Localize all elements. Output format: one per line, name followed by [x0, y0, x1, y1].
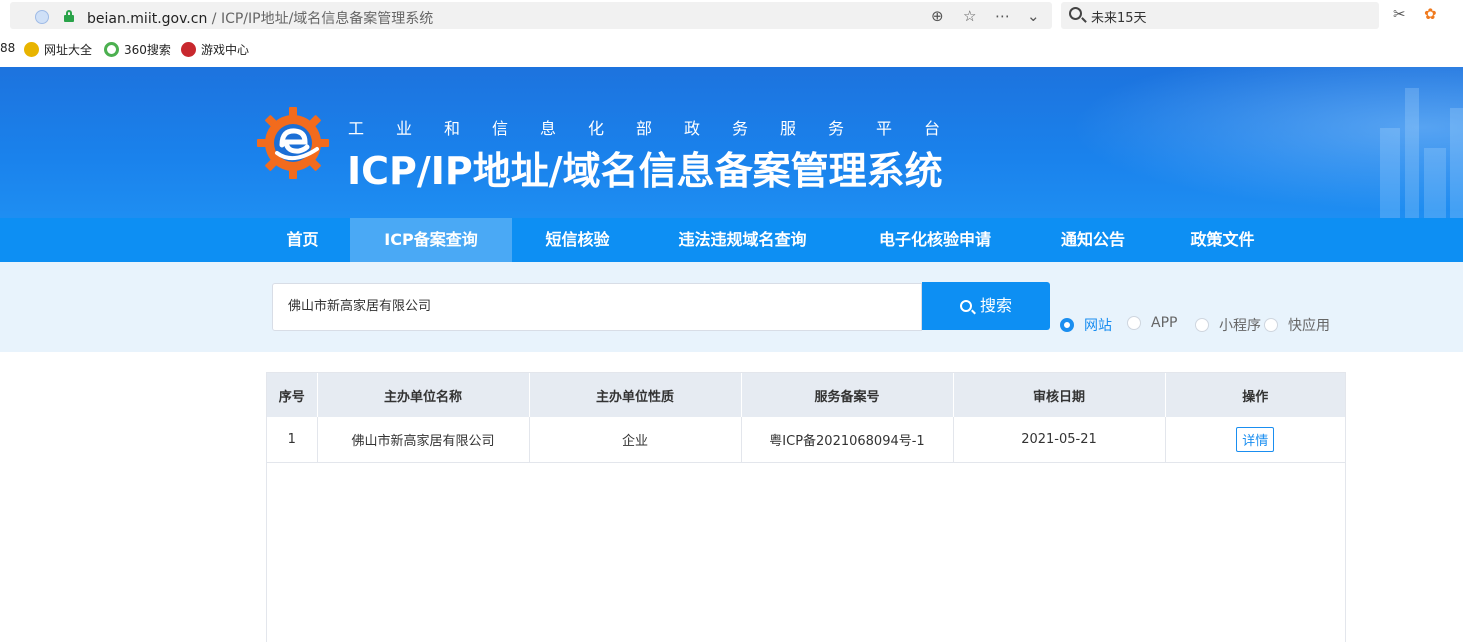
building-decoration	[1380, 128, 1400, 218]
search-icon	[1069, 7, 1082, 20]
column-header-license: 服务备案号	[741, 373, 954, 417]
banner-glow	[1043, 67, 1463, 218]
results-table: 序号 主办单位名称 主办单位性质 服务备案号 审核日期 操作 1 佛山市新高家居…	[266, 372, 1346, 642]
radio-quick-app[interactable]: 快应用	[1264, 315, 1330, 335]
table-row: 1 佛山市新高家居有限公司 企业 粤ICP备2021068094号-1 2021…	[267, 417, 1345, 463]
column-header-index: 序号	[267, 373, 318, 417]
url-text[interactable]: beian.miit.gov.cn / ICP/IP地址/域名信息备案管理系统	[87, 8, 433, 28]
building-decoration	[1405, 88, 1419, 218]
url-path: / ICP/IP地址/域名信息备案管理系统	[207, 11, 434, 27]
header-subtitle: 工业和信息化部政务服务平台	[348, 119, 973, 138]
column-header-name: 主办单位名称	[317, 373, 530, 417]
bookmark-game-center[interactable]: 游戏中心	[181, 41, 249, 58]
column-header-nature: 主办单位性质	[529, 373, 742, 417]
radio-mini-program[interactable]: 小程序	[1195, 315, 1261, 335]
nav-item-sms-verify[interactable]: 短信核验	[530, 218, 625, 262]
bookmark-label: 网址大全	[44, 43, 93, 57]
radio-app[interactable]: APP	[1127, 315, 1177, 331]
cell-date: 2021-05-21	[953, 417, 1166, 463]
more-icon[interactable]: ⋯	[995, 7, 1010, 25]
cell-license: 粤ICP备2021068094号-1	[741, 417, 954, 463]
browser-search-text: 未来15天	[1091, 11, 1147, 26]
column-header-action: 操作	[1165, 373, 1345, 417]
search-button[interactable]: 搜索	[922, 282, 1050, 330]
column-header-date: 审核日期	[953, 373, 1166, 417]
radio-dot	[1264, 318, 1278, 332]
nav-item-icp-query[interactable]: ICP备案查询	[350, 218, 512, 262]
game-center-icon	[181, 42, 196, 57]
nav-item-policies[interactable]: 政策文件	[1175, 218, 1270, 262]
chevron-down-icon[interactable]: ⌄	[1027, 7, 1040, 25]
yellow-globe-icon	[24, 42, 39, 57]
lock-icon[interactable]	[64, 10, 74, 22]
search-area: 佛山市新高家居有限公司 搜索 网站 APP 小程序 快应用	[0, 262, 1463, 352]
site-header-banner: 工业和信息化部政务服务平台 ICP/IP地址/域名信息备案管理系统	[0, 67, 1463, 218]
star-icon[interactable]: ☆	[963, 7, 976, 25]
360-search-icon	[104, 42, 119, 57]
table-header-row: 序号 主办单位名称 主办单位性质 服务备案号 审核日期 操作	[267, 373, 1345, 417]
search-input[interactable]: 佛山市新高家居有限公司	[272, 283, 922, 331]
radio-dot	[1195, 318, 1209, 332]
browser-address-row: beian.miit.gov.cn / ICP/IP地址/域名信息备案管理系统 …	[0, 0, 1463, 31]
main-nav: 首页 ICP备案查询 短信核验 违法违规域名查询 电子化核验申请 通知公告 政策…	[0, 218, 1463, 262]
download-icon[interactable]: ⊕	[931, 7, 944, 25]
radio-label: APP	[1151, 315, 1178, 331]
radio-dot	[1127, 316, 1141, 330]
url-domain: beian.miit.gov.cn	[87, 11, 208, 27]
cell-nature: 企业	[529, 417, 742, 463]
building-decoration	[1424, 148, 1446, 218]
radio-dot	[1060, 318, 1074, 332]
nav-item-notices[interactable]: 通知公告	[1045, 218, 1141, 262]
bookmark-label: 360搜索	[124, 43, 171, 57]
scissors-icon[interactable]: ✂	[1393, 5, 1406, 23]
nav-item-e-verify[interactable]: 电子化核验申请	[862, 218, 1008, 262]
radio-label: 快应用	[1288, 318, 1330, 334]
miit-logo-icon	[257, 107, 329, 179]
cell-index: 1	[267, 417, 318, 463]
detail-button[interactable]: 详情	[1236, 426, 1275, 452]
extension-icon[interactable]: ✿	[1424, 5, 1437, 23]
bookmark-360-search[interactable]: 360搜索	[104, 41, 171, 58]
bookmark-label: 游戏中心	[201, 43, 250, 57]
address-bar[interactable]: beian.miit.gov.cn / ICP/IP地址/域名信息备案管理系统 …	[10, 2, 1052, 29]
header-title: ICP/IP地址/域名信息备案管理系统	[347, 149, 943, 193]
site-info-icon[interactable]	[35, 10, 49, 24]
cell-name: 佛山市新高家居有限公司	[317, 417, 530, 463]
nav-item-home[interactable]: 首页	[265, 218, 340, 262]
bookmark-truncated[interactable]: 88	[0, 41, 15, 55]
cell-action: 详情	[1165, 417, 1345, 463]
search-icon	[959, 300, 972, 312]
bookmark-label: 88	[0, 41, 16, 55]
browser-search-box[interactable]: 未来15天	[1061, 2, 1379, 29]
radio-label: 网站	[1084, 318, 1112, 334]
nav-item-illegal-domain[interactable]: 违法违规域名查询	[660, 218, 825, 262]
radio-website[interactable]: 网站	[1060, 315, 1112, 335]
building-decoration	[1450, 108, 1463, 218]
bookmark-wangzhi[interactable]: 网址大全	[24, 41, 92, 58]
search-button-label: 搜索	[979, 296, 1012, 315]
radio-label: 小程序	[1219, 318, 1261, 334]
bookmarks-bar: 88 网址大全 360搜索 游戏中心	[0, 31, 1463, 67]
